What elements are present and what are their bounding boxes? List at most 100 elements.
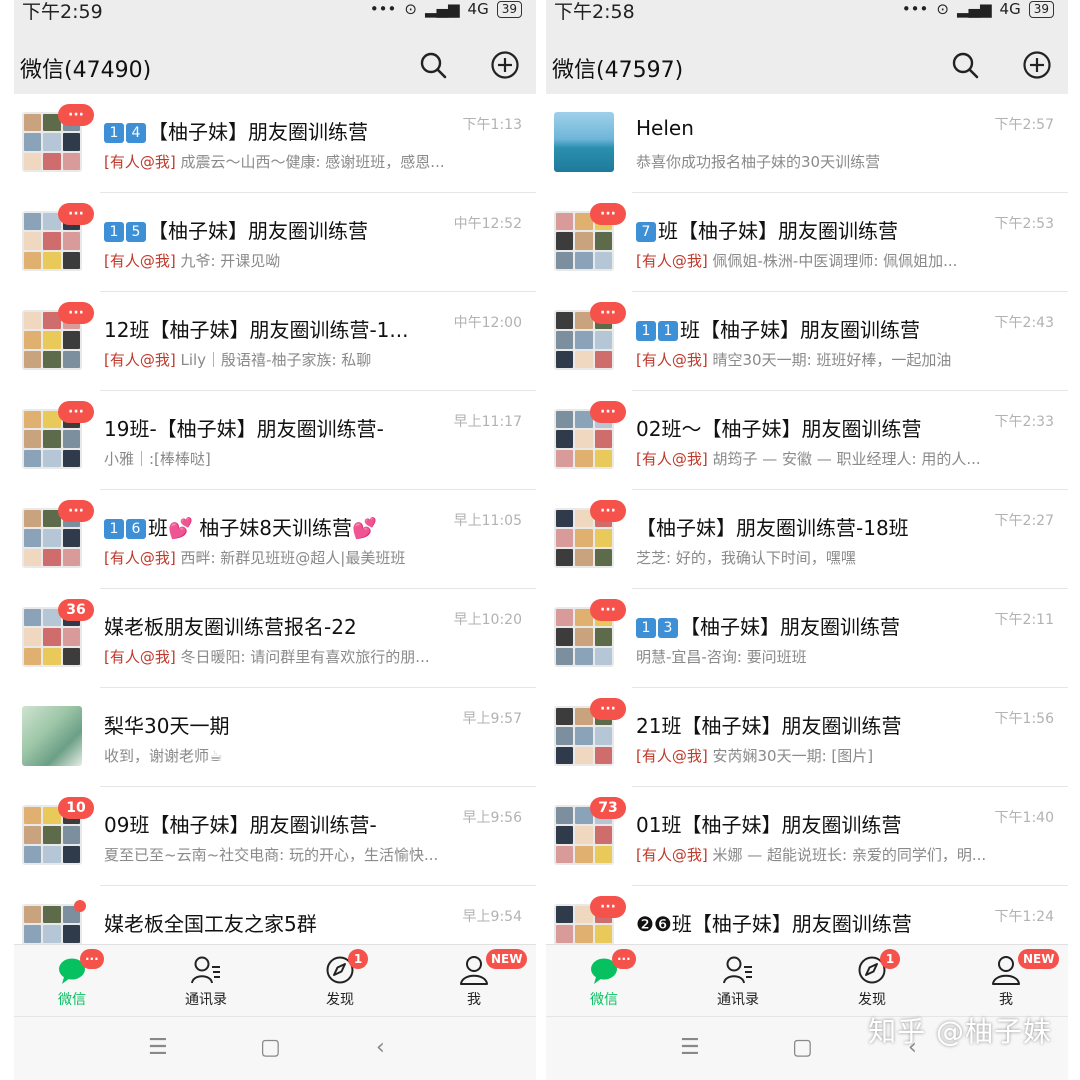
chat-preview-text: 明慧-宜昌-咨询: 要问班班 [636, 648, 807, 666]
battery-level: 39 [1028, 0, 1054, 18]
network-type: 4G [999, 0, 1021, 18]
chat-time: 中午12:52 [453, 216, 522, 232]
chat-title-text: 【柚子妹】朋友圈训练营-18班 [636, 516, 909, 540]
back-icon[interactable]: ‹ [376, 1035, 385, 1060]
tab-discover[interactable]: 发现 1 [290, 945, 390, 1017]
battery-level: 39 [496, 0, 522, 18]
chat-preview-text: 夏至已至~云南~社交电商: 玩的开心，生活愉快... [104, 846, 439, 864]
chat-title: 7 班【柚子妹】朋友圈训练营 [636, 215, 998, 244]
unread-badge: ··· [590, 698, 626, 720]
chat-time: 早上11:05 [453, 513, 522, 529]
chat-preview-text: 安芮娴30天一期: [图片] [707, 747, 874, 765]
tab-discover[interactable]: 发现 1 [822, 945, 922, 1017]
chat-title: 梨华30天一期 [104, 710, 466, 739]
chat-title-text: Helen [636, 116, 694, 140]
status-time: 下午2:59 [22, 1, 103, 23]
chat-preview: [有人@我] 西畔: 新群见班班@超人|最美班班 [104, 547, 486, 568]
chat-title: 媒老板全国工友之家5群 [104, 908, 466, 937]
chat-title: Helen [636, 116, 998, 140]
chat-title: 1 5 【柚子妹】朋友圈训练营 [104, 215, 466, 244]
chat-title-text: 媒老板全国工友之家5群 [104, 912, 317, 936]
tab-label: 微信 [590, 992, 618, 1008]
chat-title: 【柚子妹】朋友圈训练营-18班 [636, 512, 998, 541]
tab-me[interactable]: 我 NEW [424, 945, 528, 1017]
chat-preview: [有人@我] 成震云～山西～健康: 感谢班班，感恩... [104, 151, 486, 172]
more-dots-icon: ••• [369, 0, 397, 18]
chat-list-item[interactable]: ···❷❻班【柚子妹】朋友圈训练营[有人@我] 锦基传媒: 想学习小红书、公众号… [546, 886, 1068, 944]
chat-title-text: 21班【柚子妹】朋友圈训练营 [636, 714, 902, 738]
chat-list-item[interactable]: 73 01班【柚子妹】朋友圈训练营 [有人@我] 米娜 — 超能说班长: 亲爱的同学… [546, 787, 1068, 886]
chat-preview: [有人@我] 胡筠子 — 安徽 — 职业经理人: 用的人... [636, 448, 1018, 469]
unread-badge: ··· [58, 500, 94, 522]
tab-contacts[interactable]: 通讯录 [156, 945, 256, 1017]
tab-chats[interactable]: 微信 ··· [22, 945, 122, 1017]
chat-time: 下午2:53 [994, 216, 1054, 232]
chat-list-item[interactable]: ··· 【柚子妹】朋友圈训练营-18班 芝芝: 好的，我确认下时间，嘿嘿 下午2:27 [546, 490, 1068, 589]
chat-time: 下午1:56 [994, 711, 1054, 727]
chat-title-text: 【柚子妹】朋友圈训练营 [148, 120, 368, 144]
compass-icon [822, 945, 922, 985]
chat-preview-text: 芝芝: 好的，我确认下时间，嘿嘿 [636, 549, 856, 567]
tab-me[interactable]: 我 NEW [956, 945, 1060, 1017]
chat-time: 下午2:43 [994, 315, 1054, 331]
chat-title: 1 1 班【柚子妹】朋友圈训练营 [636, 314, 998, 343]
chat-list-item[interactable]: ··· 7 班【柚子妹】朋友圈训练营 [有人@我] 佩佩姐-株洲-中医调理师: 佩佩姐… [546, 193, 1068, 292]
watermark: 知乎 @柚子妹 [868, 1015, 1052, 1048]
chat-title-text: 班【柚子妹】朋友圈训练营 [658, 219, 898, 243]
chat-preview: [有人@我] Lily｜殷语禧-柚子家族: 私聊 [104, 349, 486, 370]
chat-preview: [有人@我] 安芮娴30天一期: [图片] [636, 745, 1018, 766]
mention-tag: [有人@我] [636, 252, 708, 270]
menu-icon[interactable]: ☰ [680, 1035, 700, 1060]
status-icons: ••• ⊙ ▂▄▆ 4G 39 [902, 0, 1054, 18]
chat-time: 下午1:40 [994, 810, 1054, 826]
chat-preview-text: 西畔: 新群见班班@超人|最美班班 [175, 549, 406, 567]
menu-icon[interactable]: ☰ [148, 1035, 168, 1060]
chat-list-item[interactable]: ··· 1 5 【柚子妹】朋友圈训练营 [有人@我] 九爷: 开课见呦 中午12:52 [14, 193, 536, 292]
add-plus-icon[interactable] [488, 48, 522, 82]
chat-list-item[interactable]: 媒老板全国工友之家5群[有人@我] 小南｜典传团队: 好了😁早上9:54🔕 [14, 886, 536, 944]
number-emoji: 4 [126, 123, 146, 143]
tab-badge: 1 [348, 949, 368, 969]
number-emoji: 3 [658, 618, 678, 638]
chat-time: 下午1:13 [462, 117, 522, 133]
tab-label: 我 [467, 992, 481, 1008]
search-icon[interactable] [416, 48, 450, 82]
chat-list-item[interactable]: ··· 19班-【柚子妹】朋友圈训练营- 小雅｜:[棒棒哒] 早上11:17 [14, 391, 536, 490]
mention-tag: [有人@我] [104, 351, 176, 369]
unread-dot [74, 900, 86, 912]
chat-list-item[interactable]: 36 媒老板朋友圈训练营报名-22 [有人@我] 冬日暖阳: 请问群里有喜欢旅行的朋… [14, 589, 536, 688]
number-emoji: 6 [126, 519, 146, 539]
home-icon[interactable]: ▢ [260, 1035, 281, 1060]
bottom-tab-bar: 微信 ··· 通讯录 发现 1 我 NEW [14, 944, 536, 1016]
contacts-icon [156, 945, 256, 985]
tab-contacts[interactable]: 通讯录 [688, 945, 788, 1017]
chat-list-item[interactable]: 梨华30天一期 收到，谢谢老师☕ 早上9:57 [14, 688, 536, 787]
chat-list-item[interactable]: ··· 1 3 【柚子妹】朋友圈训练营 明慧-宜昌-咨询: 要问班班 下午2:11 [546, 589, 1068, 688]
chat-preview: [有人@我] 米娜 — 超能说班长: 亲爱的同学们，明... [636, 844, 1018, 865]
chat-list-item[interactable]: 10 09班【柚子妹】朋友圈训练营- 夏至已至~云南~社交电商: 玩的开心，生活愉快… [14, 787, 536, 886]
number-emoji: 1 [104, 123, 124, 143]
chat-time: 早上10:20 [453, 612, 522, 628]
mention-tag: [有人@我] [636, 351, 708, 369]
number-emoji: 5 [126, 222, 146, 242]
unread-badge: ··· [590, 302, 626, 324]
chat-list-item[interactable]: Helen 恭喜你成功报名柚子妹的30天训练营 下午2:57 [546, 94, 1068, 193]
chat-list-item[interactable]: ··· 1 6 班💕 柚子妹8天训练营💕 [有人@我] 西畔: 新群见班班@超人|最美班… [14, 490, 536, 589]
chat-list-item[interactable]: ··· 12班【柚子妹】朋友圈训练营-1... [有人@我] Lily｜殷语禧-柚子… [14, 292, 536, 391]
home-icon[interactable]: ▢ [792, 1035, 813, 1060]
app-header: 微信(47597) [546, 36, 1068, 94]
chat-list-item[interactable]: ··· 02班～【柚子妹】朋友圈训练营 [有人@我] 胡筠子 — 安徽 — 职业经理… [546, 391, 1068, 490]
chat-list-item[interactable]: ··· 21班【柚子妹】朋友圈训练营 [有人@我] 安芮娴30天一期: [图片] 下午… [546, 688, 1068, 787]
mention-tag: [有人@我] [104, 549, 176, 567]
chat-title-text: 09班【柚子妹】朋友圈训练营- [104, 813, 377, 837]
chat-preview: 明慧-宜昌-咨询: 要问班班 [636, 646, 1018, 667]
chat-list-item[interactable]: ··· 1 1 班【柚子妹】朋友圈训练营 [有人@我] 晴空30天一期: 班班好棒，一起… [546, 292, 1068, 391]
search-icon[interactable] [948, 48, 982, 82]
tab-chats[interactable]: 微信 ··· [554, 945, 654, 1017]
chat-title-text: 19班-【柚子妹】朋友圈训练营- [104, 417, 384, 441]
add-plus-icon[interactable] [1020, 48, 1054, 82]
chat-list-item[interactable]: ··· 1 4 【柚子妹】朋友圈训练营 [有人@我] 成震云～山西～健康: 感谢班班，感… [14, 94, 536, 193]
chat-title: 1 4 【柚子妹】朋友圈训练营 [104, 116, 466, 145]
tab-label: 发现 [326, 992, 354, 1008]
chat-title-text: 班【柚子妹】朋友圈训练营 [680, 318, 920, 342]
